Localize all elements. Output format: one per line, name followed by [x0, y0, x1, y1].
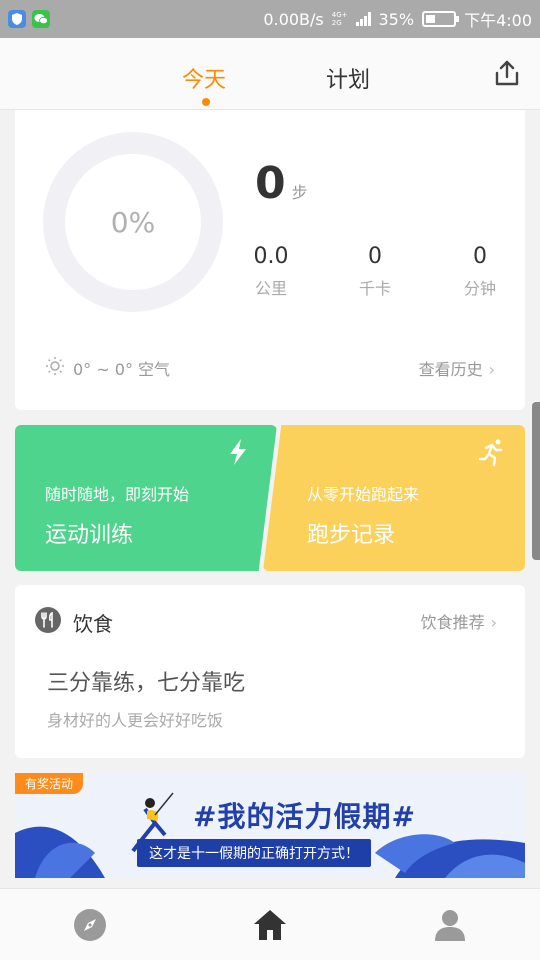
progress-percent: 0% [110, 205, 156, 239]
running-card[interactable]: 从零开始跑起来 跑步记录 [263, 425, 525, 571]
promo-tag: 有奖活动 [15, 773, 84, 794]
lightning-icon [223, 437, 253, 467]
diet-text: 身材好的人更会好好吃饭 [47, 711, 224, 730]
tab-today[interactable]: 今天 [182, 62, 226, 94]
training-title: 运动训练 [45, 523, 134, 548]
training-card[interactable]: 随时随地，即刻开始 运动训练 [15, 425, 277, 571]
diet-card[interactable]: 饮食 饮食推荐 › 三分靠练，七分靠吃 身材好的人更会好好吃饭 [15, 585, 525, 758]
network-type: 4G+ 2G [331, 11, 348, 27]
net-speed: 0.00B/s [263, 9, 324, 29]
activity-summary-card[interactable]: 0% 0 步 0.0 公里 0 千卡 0 分钟 0° ~ 0° 空气 查看历史 › [15, 110, 525, 410]
top-header: 今天 计划 [0, 38, 540, 110]
battery-percent: 35% [378, 9, 415, 29]
promo-banner[interactable]: 有奖活动 #我的活力假期# 这才是十一假期的正确打开方式！ [15, 773, 525, 878]
diet-headline: 三分靠练，七分靠吃 [47, 671, 246, 696]
wechat-icon [32, 10, 50, 28]
stat-calories: 0 千卡 [345, 244, 405, 299]
tab-plan[interactable]: 计划 [326, 62, 370, 94]
clock: 下午4:00 [464, 11, 532, 30]
chevron-right-icon: › [488, 360, 495, 379]
stat-distance: 0.0 公里 [241, 244, 301, 299]
home-icon[interactable] [252, 907, 288, 943]
sun-icon [45, 356, 65, 380]
signal-icon [355, 12, 371, 26]
progress-ring: 0% [43, 132, 223, 312]
stat-value: 0.0 [253, 244, 289, 269]
steps-value: 0 [255, 158, 286, 209]
bottom-navigation [0, 888, 540, 960]
steps-count: 0 步 [255, 158, 308, 209]
stat-value: 0 [473, 244, 487, 269]
battery-icon [422, 11, 460, 27]
weather-info: 0° ~ 0° 空气 [45, 356, 170, 380]
stat-label: 分钟 [463, 279, 496, 298]
scroll-handle[interactable] [532, 402, 540, 560]
stat-minutes: 0 分钟 [450, 244, 510, 299]
weather-text: 0° ~ 0° 空气 [73, 360, 171, 379]
compass-icon[interactable] [72, 907, 108, 943]
promo-subline: 这才是十一假期的正确打开方式！ [137, 839, 371, 867]
stat-label: 千卡 [358, 279, 391, 298]
chevron-right-icon: › [490, 613, 497, 632]
fork-knife-icon [35, 607, 61, 633]
person-icon[interactable] [432, 907, 468, 943]
diet-recommend-link[interactable]: 饮食推荐 › [421, 609, 497, 633]
running-title: 跑步记录 [307, 523, 396, 548]
share-icon[interactable] [492, 58, 522, 88]
runner-icon [477, 437, 507, 467]
steps-unit: 步 [291, 183, 308, 202]
shield-icon [8, 10, 26, 28]
running-subtitle: 从零开始跑起来 [307, 485, 420, 504]
active-tab-indicator [202, 98, 210, 106]
status-bar: 0.00B/s 4G+ 2G 35% 下午4:00 [0, 0, 540, 38]
view-history-link[interactable]: 查看历史 › [419, 356, 495, 380]
stat-value: 0 [368, 244, 382, 269]
promo-headline: #我的活力假期# [193, 800, 416, 833]
training-subtitle: 随时随地，即刻开始 [45, 485, 190, 504]
diet-title: 饮食 [73, 612, 113, 636]
stat-label: 公里 [254, 279, 287, 298]
